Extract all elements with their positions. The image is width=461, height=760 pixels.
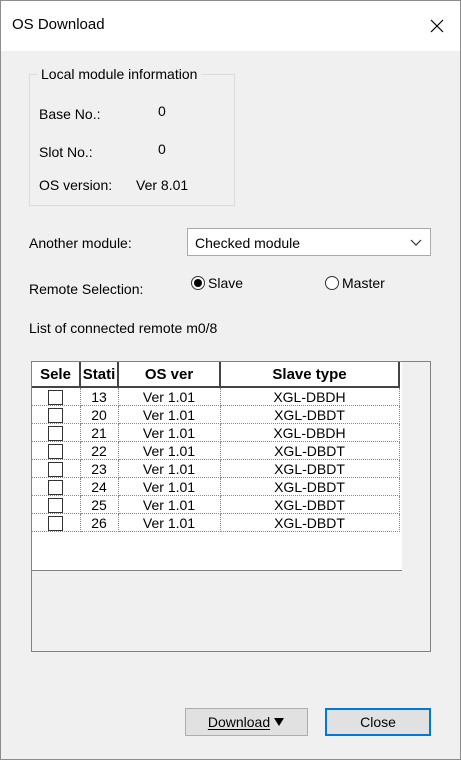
os-ver-cell: Ver 1.01: [118, 441, 221, 460]
remote-selection-label: Remote Selection:: [29, 281, 144, 297]
close-button[interactable]: Close: [325, 708, 431, 736]
table-row[interactable]: 13 Ver 1.01 XGL-DBDH: [32, 387, 400, 406]
table-row[interactable]: 20 Ver 1.01 XGL-DBDT: [32, 405, 400, 424]
station-cell: 25: [80, 495, 119, 514]
radio-master-indicator: [325, 276, 339, 290]
table-row[interactable]: 24 Ver 1.01 XGL-DBDT: [32, 477, 400, 496]
slot-no-label: Slot No.:: [39, 144, 93, 160]
slave-type-cell: XGL-DBDH: [220, 387, 400, 406]
row-select-checkbox[interactable]: [48, 515, 64, 531]
base-no-value: 0: [158, 103, 166, 119]
base-no-label: Base No.:: [39, 106, 101, 122]
row-select-checkbox[interactable]: [48, 389, 64, 405]
radio-master-label: Master: [342, 275, 385, 291]
title-bar: OS Download: [1, 1, 460, 51]
station-cell: 20: [80, 405, 119, 424]
triangle-down-icon: [274, 718, 285, 726]
download-button[interactable]: Download: [185, 708, 308, 736]
slave-type-cell: XGL-DBDT: [220, 441, 400, 460]
os-version-label: OS version:: [39, 177, 113, 193]
close-icon: [430, 19, 444, 33]
slave-type-cell: XGL-DBDT: [220, 459, 400, 478]
window-title: OS Download: [12, 16, 105, 33]
close-window-button[interactable]: [414, 1, 460, 51]
row-select-checkbox[interactable]: [48, 407, 64, 423]
remote-module-grid-area: Sele Stati OS ver Slave type 13 Ver 1.01…: [32, 362, 402, 570]
os-ver-cell: Ver 1.01: [118, 495, 221, 514]
row-select-checkbox[interactable]: [48, 461, 64, 477]
download-button-label: Download: [207, 714, 271, 730]
row-select-checkbox[interactable]: [48, 425, 64, 441]
slave-type-cell: XGL-DBDT: [220, 495, 400, 514]
station-cell: 21: [80, 423, 119, 442]
table-row[interactable]: 23 Ver 1.01 XGL-DBDT: [32, 459, 400, 478]
slave-type-cell: XGL-DBDT: [220, 513, 400, 532]
station-cell: 13: [80, 387, 119, 406]
remote-module-table: Sele Stati OS ver Slave type 13 Ver 1.01…: [32, 362, 400, 532]
remote-module-list[interactable]: Sele Stati OS ver Slave type 13 Ver 1.01…: [31, 361, 431, 652]
table-row[interactable]: 25 Ver 1.01 XGL-DBDT: [32, 495, 400, 514]
another-module-selected-value: Checked module: [195, 235, 301, 251]
table-row[interactable]: 26 Ver 1.01 XGL-DBDT: [32, 513, 400, 532]
table-row[interactable]: 21 Ver 1.01 XGL-DBDH: [32, 423, 400, 442]
chevron-down-icon: [410, 239, 422, 246]
slot-no-value: 0: [158, 141, 166, 157]
slave-type-cell: XGL-DBDT: [220, 405, 400, 424]
list-empty-area: [32, 570, 402, 651]
column-header-os-ver[interactable]: OS ver: [118, 362, 221, 388]
row-select-checkbox[interactable]: [48, 443, 64, 459]
list-side-area: [402, 362, 430, 651]
another-module-label: Another module:: [29, 235, 132, 251]
os-ver-cell: Ver 1.01: [118, 513, 221, 532]
os-version-value: Ver 8.01: [136, 177, 189, 193]
local-module-group-title: Local module information: [37, 66, 202, 82]
os-ver-cell: Ver 1.01: [118, 423, 221, 442]
slave-type-cell: XGL-DBDH: [220, 423, 400, 442]
station-cell: 26: [80, 513, 119, 532]
station-cell: 23: [80, 459, 119, 478]
row-select-checkbox[interactable]: [48, 479, 64, 495]
table-row[interactable]: 22 Ver 1.01 XGL-DBDT: [32, 441, 400, 460]
row-select-checkbox[interactable]: [48, 497, 64, 513]
column-header-slave-type[interactable]: Slave type: [220, 362, 400, 388]
slave-type-cell: XGL-DBDT: [220, 477, 400, 496]
radio-slave[interactable]: Slave: [191, 275, 243, 291]
os-ver-cell: Ver 1.01: [118, 459, 221, 478]
radio-slave-indicator: [191, 276, 205, 290]
station-cell: 22: [80, 441, 119, 460]
station-cell: 24: [80, 477, 119, 496]
radio-master[interactable]: Master: [325, 275, 385, 291]
os-ver-cell: Ver 1.01: [118, 387, 221, 406]
remote-list-caption: List of connected remote m0/8: [29, 320, 218, 336]
another-module-select[interactable]: Checked module: [187, 228, 431, 256]
os-ver-cell: Ver 1.01: [118, 477, 221, 496]
os-ver-cell: Ver 1.01: [118, 405, 221, 424]
os-download-dialog: OS Download Local module information Bas…: [0, 0, 461, 760]
radio-slave-label: Slave: [208, 275, 244, 291]
column-header-station[interactable]: Stati: [80, 362, 119, 388]
close-button-label: Close: [360, 714, 396, 730]
column-header-select[interactable]: Sele: [32, 362, 81, 388]
